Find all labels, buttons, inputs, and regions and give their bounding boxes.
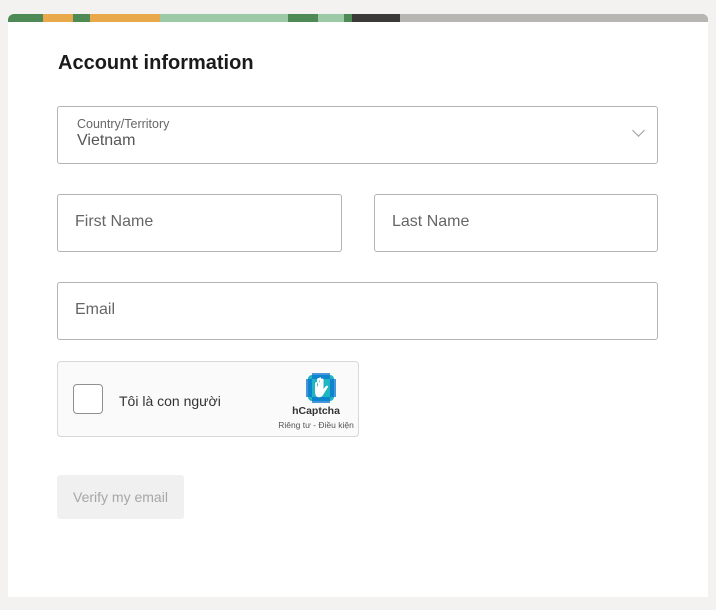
captcha-checkbox[interactable]	[73, 384, 103, 414]
country-label: Country/Territory	[77, 117, 170, 131]
page-title: Account information	[58, 52, 254, 74]
last-name-input[interactable]: Last Name	[374, 194, 658, 252]
email-placeholder: Email	[75, 301, 116, 318]
hcaptcha-widget: Tôi là con người hCaptcha Riêng tư - Điề…	[57, 361, 359, 437]
email-input[interactable]: Email	[57, 282, 658, 340]
captcha-privacy-terms-link[interactable]: Riêng tư - Điều kiện	[268, 420, 364, 430]
first-name-placeholder: First Name	[75, 213, 154, 230]
account-form-card: Account information Country/Territory Vi…	[8, 14, 708, 597]
country-value: Vietnam	[77, 132, 136, 149]
decorative-banner	[8, 14, 708, 22]
captcha-label: Tôi là con người	[119, 393, 221, 409]
verify-email-button[interactable]: Verify my email	[57, 475, 184, 519]
first-name-input[interactable]: First Name	[57, 194, 342, 252]
country-select[interactable]: Country/Territory Vietnam	[57, 106, 658, 164]
captcha-brand: hCaptcha	[292, 405, 340, 417]
hcaptcha-logo-icon	[306, 373, 336, 403]
chevron-down-icon	[632, 124, 645, 137]
last-name-placeholder: Last Name	[392, 213, 470, 230]
